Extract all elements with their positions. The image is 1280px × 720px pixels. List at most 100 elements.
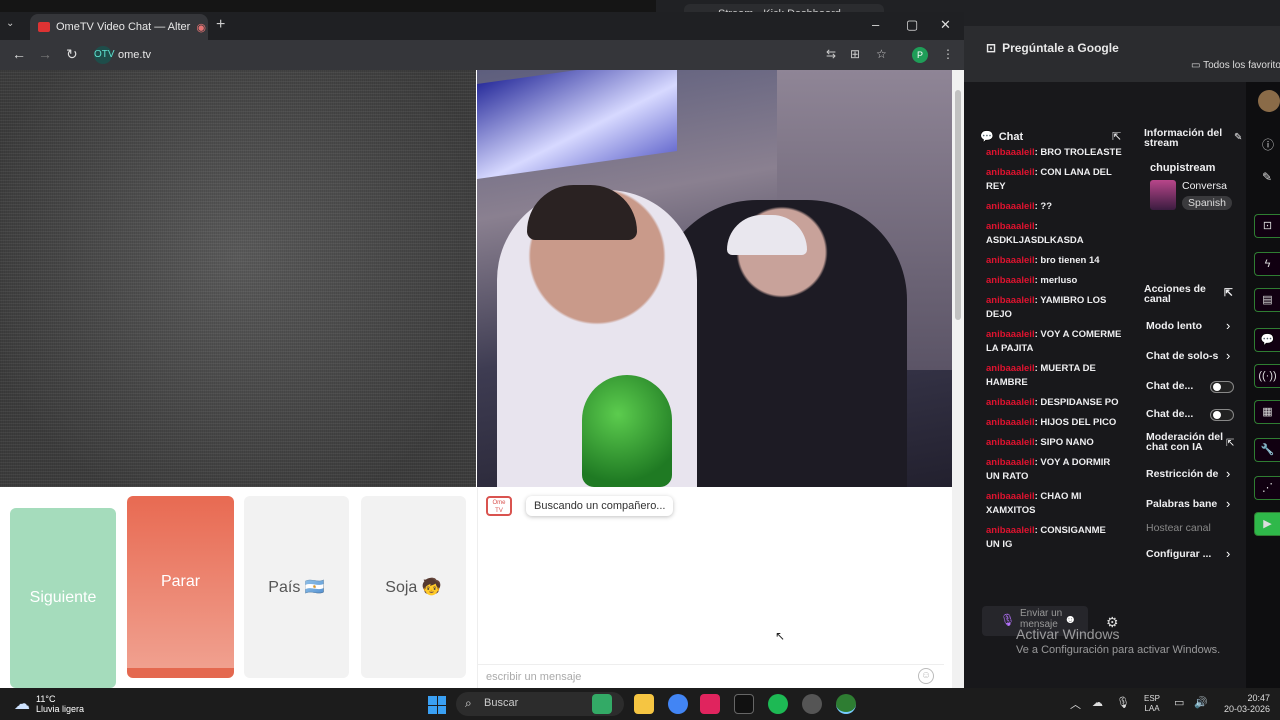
channel-action-item[interactable]: Chat de solo-s — [1146, 350, 1234, 362]
channel-action-item[interactable]: Restricción de — [1146, 468, 1234, 480]
mic-icon[interactable]: 🎙 — [1000, 614, 1015, 626]
tab-ometv[interactable]: OmeTV Video Chat — Alter ◉ ✕ — [30, 14, 208, 40]
nodes-icon[interactable]: ⋰ — [1254, 476, 1280, 500]
next-button[interactable]: Siguiente — [10, 508, 116, 688]
minimize-icon[interactable]: – — [872, 17, 879, 32]
windows-activation-watermark: Activar Windows Ve a Configuración para … — [1016, 626, 1220, 656]
chevron-right-icon[interactable]: › — [1226, 546, 1230, 561]
profile-avatar[interactable]: P — [912, 47, 928, 63]
chat-username[interactable]: anibaaaleil — [986, 167, 1035, 178]
start-windows-icon[interactable] — [428, 696, 446, 714]
close-window-icon[interactable]: ✕ — [940, 17, 951, 33]
chevron-right-icon[interactable]: › — [1226, 496, 1230, 511]
chat-username[interactable]: anibaaaleil — [986, 417, 1035, 428]
page-scrollbar[interactable] — [952, 70, 964, 688]
maximize-icon[interactable]: ▢ — [906, 17, 918, 33]
tray-chevron-icon[interactable]: ︿ — [1070, 696, 1081, 712]
pencil-icon[interactable]: ✎ — [1262, 170, 1272, 184]
channel-actions-title: Acciones de canal — [1144, 283, 1206, 305]
chat-username[interactable]: anibaaaleil — [986, 363, 1035, 374]
toggle-switch[interactable] — [1210, 409, 1234, 421]
ask-google-button[interactable]: ⊡ Pregúntale a Google — [986, 36, 1119, 60]
wrench-icon[interactable]: 🔧 — [1254, 438, 1280, 462]
bookmark-star-icon[interactable]: ☆ — [876, 47, 887, 61]
channel-action-item[interactable]: Palabras bane — [1146, 498, 1234, 510]
weather-widget[interactable]: ☁ 11°C Lluvia ligera — [14, 694, 84, 714]
chat-username[interactable]: anibaaaleil — [986, 147, 1035, 158]
obs-icon[interactable] — [802, 694, 822, 714]
chat-text: : SIPO NANO — [1034, 437, 1094, 448]
layout-icon[interactable]: ▦ — [1254, 400, 1280, 424]
back-arrow-icon[interactable]: ← — [12, 46, 26, 62]
chat-message: anibaaaleil: MUERTA DE HAMBRE — [986, 362, 1122, 390]
tray-mic-icon[interactable]: 🎙 — [1116, 696, 1130, 709]
avatar[interactable] — [1258, 90, 1280, 112]
emoji-icon[interactable]: ☻ — [1064, 613, 1077, 625]
chat-message: anibaaaleil: SIPO NANO — [986, 436, 1122, 450]
external-link-icon[interactable]: ⇱ — [1226, 438, 1234, 449]
google-lens-icon: ⊡ — [986, 41, 997, 55]
file-explorer-icon[interactable] — [634, 694, 654, 714]
chrome-icon[interactable] — [668, 694, 688, 714]
chat-username[interactable]: anibaaaleil — [986, 457, 1035, 468]
site-info-icon[interactable]: OTV — [94, 46, 115, 64]
channel-actions-popout-icon[interactable]: ⇱ — [1224, 288, 1233, 299]
volume-icon[interactable]: 🔊 — [1194, 696, 1208, 709]
lightning-icon[interactable]: ϟ — [1254, 252, 1280, 276]
info-icon[interactable]: ⓘ — [1262, 136, 1274, 153]
tiktok-icon[interactable] — [700, 694, 720, 714]
stop-button[interactable]: Parar — [127, 496, 234, 678]
tray-cloud-icon[interactable]: ☁ — [1092, 696, 1103, 709]
chat-username[interactable]: anibaaaleil — [986, 525, 1035, 536]
menu-kebab-icon[interactable]: ⋮ — [942, 47, 954, 61]
network-icon[interactable]: ▭ — [1174, 696, 1184, 709]
scrollbar-thumb[interactable] — [955, 90, 961, 320]
category-name: Conversa — [1182, 180, 1227, 192]
popout-icon[interactable]: ⇱ — [1112, 130, 1121, 143]
gender-button[interactable]: Soja 🧒 — [361, 496, 466, 678]
input-language[interactable]: ESP LAA — [1144, 694, 1160, 714]
camera-icon[interactable]: ⊡ — [1254, 214, 1280, 238]
reload-icon[interactable]: ↻ — [66, 46, 78, 63]
address-bar[interactable]: OTV ome.tv — [94, 44, 912, 66]
chevron-right-icon[interactable]: › — [1226, 466, 1230, 481]
channel-action-item[interactable]: Modo lento — [1146, 320, 1234, 332]
chat-icon[interactable]: 💬 — [1254, 328, 1280, 352]
chat-username[interactable]: anibaaaleil — [986, 275, 1035, 286]
new-tab-plus-icon[interactable]: + — [216, 16, 225, 34]
widget-app-icon[interactable] — [592, 694, 612, 714]
install-app-icon[interactable]: ⊞ — [850, 47, 860, 61]
channel-action-item[interactable]: Moderación del chat con IA — [1146, 432, 1226, 452]
search-icon: ⌕ — [465, 696, 472, 710]
chevron-right-icon[interactable]: › — [1226, 318, 1230, 333]
chat-username[interactable]: anibaaaleil — [986, 329, 1035, 340]
channel-action-item[interactable]: Configurar ... — [1146, 548, 1234, 560]
chat-username[interactable]: anibaaaleil — [986, 295, 1035, 306]
tab-list-chevron-icon[interactable]: ⌄ — [6, 18, 14, 29]
chevron-right-icon[interactable]: › — [1226, 348, 1230, 363]
toggle-switch[interactable] — [1210, 381, 1234, 393]
ometv-browser-window[interactable]: ⌄ OmeTV Video Chat — Alter ◉ ✕ + – ▢ ✕ ←… — [0, 12, 964, 688]
broadcast-icon[interactable]: ((·)) — [1254, 364, 1280, 388]
video-icon[interactable]: ▶ — [1254, 512, 1280, 536]
chat-username[interactable]: anibaaaleil — [986, 491, 1035, 502]
forward-arrow-icon[interactable]: → — [38, 46, 52, 62]
chat-username[interactable]: anibaaaleil — [986, 201, 1035, 212]
smiley-icon[interactable]: ☺ — [918, 668, 934, 684]
translate-icon[interactable]: ⇆ — [826, 47, 836, 61]
document-icon[interactable]: ▤ — [1254, 288, 1280, 312]
clock[interactable]: 20:47 20-03-2026 — [1224, 693, 1270, 715]
chat-username[interactable]: anibaaaleil — [986, 437, 1035, 448]
message-input[interactable]: escribir un mensaje ☺ — [478, 664, 944, 688]
country-button[interactable]: País 🇦🇷 — [244, 496, 349, 678]
edit-pencil-icon[interactable]: ✎ — [1234, 132, 1242, 143]
chrome-profile-icon[interactable] — [836, 694, 856, 714]
ometv-bot-icon: Ome TV — [486, 496, 512, 516]
lang-bottom: LAA — [1144, 704, 1160, 713]
chat-username[interactable]: anibaaaleil — [986, 255, 1035, 266]
spotify-icon[interactable] — [768, 694, 788, 714]
bookmarks-all[interactable]: ▭ Todos los favorito — [1191, 60, 1280, 71]
capcut-icon[interactable] — [734, 694, 754, 714]
chat-username[interactable]: anibaaaleil — [986, 397, 1035, 408]
chat-username[interactable]: anibaaaleil — [986, 221, 1035, 232]
